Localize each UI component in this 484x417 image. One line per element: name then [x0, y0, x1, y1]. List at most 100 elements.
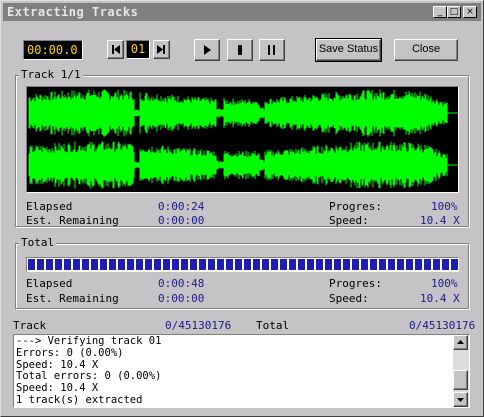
progress-segment — [433, 259, 440, 270]
progress-segment — [118, 259, 125, 270]
log-text: ---> Verifying track 01 Errors: 0 (0.00%… — [16, 335, 452, 407]
prev-track-icon — [112, 45, 120, 54]
progress-segment — [253, 259, 260, 270]
progress-segment — [289, 259, 296, 270]
progress-segment — [379, 259, 386, 270]
log-scrollbar[interactable] — [453, 335, 469, 407]
progress-segment — [136, 259, 143, 270]
waveform-display — [26, 86, 459, 193]
progress-segment — [82, 259, 89, 270]
log-line: Errors: 0 (0.00%) — [16, 346, 124, 359]
progress-segment — [415, 259, 422, 270]
track-remaining-value: 0:00:00 — [158, 214, 205, 227]
summary-track-label: Track — [13, 319, 47, 332]
progress-segment — [127, 259, 134, 270]
total-remaining-label: Est. Remaining — [26, 292, 119, 305]
progress-segment — [100, 259, 107, 270]
track-speed-label: Speed: — [329, 214, 369, 227]
scroll-down-button[interactable] — [453, 392, 468, 407]
play-icon — [204, 45, 211, 55]
progress-segment — [28, 259, 35, 270]
total-speed-value: 10.4 X — [420, 292, 460, 305]
scroll-up-button[interactable] — [453, 335, 468, 350]
progress-segment — [352, 259, 359, 270]
progress-segment — [172, 259, 179, 270]
scroll-thumb[interactable] — [453, 370, 468, 390]
total-elapsed-label: Elapsed — [26, 277, 73, 290]
progress-segment — [343, 259, 350, 270]
total-speed-label: Speed: — [329, 292, 369, 305]
scroll-down-icon — [457, 398, 464, 402]
progress-segment — [55, 259, 62, 270]
progress-segment — [370, 259, 377, 270]
progress-segment — [442, 259, 449, 270]
progress-segment — [316, 259, 323, 270]
log-box[interactable]: ---> Verifying track 01 Errors: 0 (0.00%… — [13, 334, 470, 408]
title-bar[interactable]: Extracting Tracks _ □ × — [3, 3, 481, 21]
next-track-button[interactable] — [153, 40, 170, 59]
total-elapsed-value: 0:00:48 — [158, 277, 205, 290]
progress-segment — [271, 259, 278, 270]
progress-segment — [244, 259, 251, 270]
scroll-up-icon — [457, 340, 464, 344]
total-progress-bar — [26, 257, 459, 272]
progress-segment — [406, 259, 413, 270]
progress-segment — [307, 259, 314, 270]
total-progress-label: Progres: — [329, 277, 382, 290]
play-button[interactable] — [194, 39, 220, 61]
left-channel-waveform-trace — [28, 89, 448, 137]
save-status-button[interactable]: Save Status — [315, 38, 382, 62]
minimize-button[interactable]: _ — [433, 6, 447, 18]
progress-segment — [91, 259, 98, 270]
progress-segment — [262, 259, 269, 270]
progress-segment — [397, 259, 404, 270]
total-group-title: Total — [19, 236, 57, 249]
total-progress-fill — [28, 259, 458, 270]
progress-segment — [361, 259, 368, 270]
progress-segment — [298, 259, 305, 270]
close-window-button[interactable]: × — [463, 6, 477, 18]
progress-segment — [208, 259, 215, 270]
track-speed-value: 10.4 X — [420, 214, 460, 227]
progress-segment — [109, 259, 116, 270]
stop-button[interactable] — [227, 39, 253, 61]
track-elapsed-label: Elapsed — [26, 200, 73, 213]
next-track-icon — [157, 45, 165, 54]
right-channel-waveform — [28, 141, 458, 189]
window-title: Extracting Tracks — [7, 5, 139, 19]
progress-segment — [73, 259, 80, 270]
track-elapsed-value: 0:00:24 — [158, 200, 205, 213]
progress-segment — [37, 259, 44, 270]
left-channel-waveform — [28, 89, 458, 137]
progress-segment — [226, 259, 233, 270]
summary-total-value: 0/45130176 — [409, 319, 476, 332]
log-line: 1 track(s) extracted — [16, 393, 143, 406]
close-button[interactable]: Close — [394, 39, 458, 61]
waveform-graph — [28, 89, 458, 189]
maximize-button[interactable]: □ — [447, 6, 461, 18]
progress-segment — [217, 259, 224, 270]
progress-segment — [181, 259, 188, 270]
progress-segment — [451, 259, 458, 270]
pause-button[interactable] — [259, 39, 285, 61]
progress-segment — [388, 259, 395, 270]
pause-icon — [268, 45, 275, 55]
track-remaining-label: Est. Remaining — [26, 214, 119, 227]
track-progress-label: Progres: — [329, 200, 382, 213]
total-progress-value: 100% — [431, 277, 458, 290]
summary-track-value: 0/45130176 — [165, 319, 232, 332]
progress-segment — [334, 259, 341, 270]
extracting-tracks-window: Extracting Tracks _ □ × 00:00.0 01 Save … — [0, 0, 484, 417]
track-number-display: 01 — [126, 40, 150, 59]
progress-segment — [424, 259, 431, 270]
progress-segment — [325, 259, 332, 270]
progress-segment — [280, 259, 287, 270]
prev-track-button[interactable] — [107, 40, 124, 59]
progress-segment — [64, 259, 71, 270]
summary-total-label: Total — [256, 319, 290, 332]
track-group-title: Track 1/1 — [19, 68, 83, 81]
progress-segment — [163, 259, 170, 270]
progress-segment — [46, 259, 53, 270]
right-channel-waveform-trace — [28, 141, 448, 189]
stop-icon — [238, 45, 242, 55]
